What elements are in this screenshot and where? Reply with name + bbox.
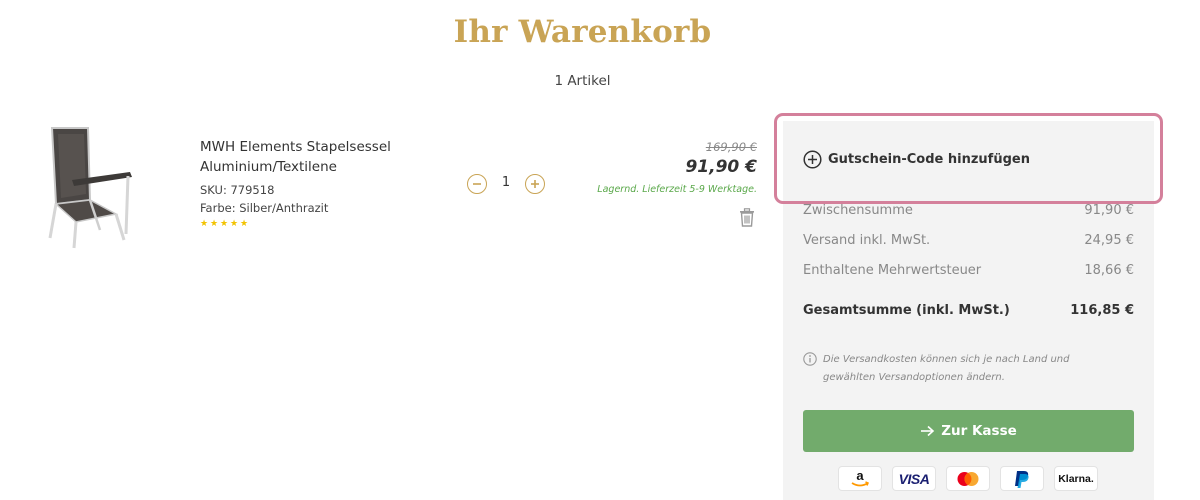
mastercard-icon xyxy=(946,466,990,491)
paypal-logo-icon xyxy=(1015,470,1029,488)
arrow-right-icon xyxy=(921,425,935,437)
subtotal-value: 91,90 € xyxy=(1084,203,1134,218)
visa-label: VISA xyxy=(898,470,930,487)
tax-row: Enthaltene Mehrwertsteuer 18,66 € xyxy=(803,263,1134,278)
total-row: Gesamtsumme (inkl. MwSt.) 116,85 € xyxy=(803,303,1134,318)
visa-icon: VISA xyxy=(892,466,936,491)
tax-label: Enthaltene Mehrwertsteuer xyxy=(803,263,982,278)
klarna-label: Klarna. xyxy=(1058,472,1094,485)
info-icon xyxy=(803,352,817,366)
product-sku: SKU: 779518 xyxy=(200,183,275,197)
minus-icon xyxy=(473,183,481,185)
add-coupon-button[interactable]: Gutschein-Code hinzufügen xyxy=(803,150,1030,169)
amazon-pay-icon: a xyxy=(838,466,882,491)
star-icon: ★ xyxy=(210,219,219,229)
checkout-label: Zur Kasse xyxy=(941,423,1017,439)
shipping-label: Versand inkl. MwSt. xyxy=(803,233,931,248)
star-icon: ★ xyxy=(220,219,229,229)
old-price: 169,90 € xyxy=(705,140,757,154)
total-label: Gesamtsumme (inkl. MwSt.) xyxy=(803,303,1010,318)
checkout-button[interactable]: Zur Kasse xyxy=(803,410,1134,452)
plus-circle-icon xyxy=(803,150,822,169)
mastercard-logo-icon xyxy=(957,471,979,486)
coupon-label: Gutschein-Code hinzufügen xyxy=(828,152,1030,167)
plus-icon xyxy=(531,180,539,188)
page-title: Ihr Warenkorb xyxy=(453,14,712,50)
stock-status: Lagernd. Lieferzeit 5-9 Werktage. xyxy=(597,184,757,195)
product-price: 91,90 € xyxy=(685,157,757,177)
star-icon: ★ xyxy=(230,219,239,229)
klarna-icon: Klarna. xyxy=(1054,466,1098,491)
quantity-decrease-button[interactable] xyxy=(467,174,487,194)
quantity-increase-button[interactable] xyxy=(525,174,545,194)
quantity-value[interactable]: 1 xyxy=(496,175,516,190)
shipping-row: Versand inkl. MwSt. 24,95 € xyxy=(803,233,1134,248)
star-icon: ★ xyxy=(240,219,249,229)
chair-image[interactable] xyxy=(38,122,138,252)
amazon-logo-icon: a xyxy=(851,469,869,486)
paypal-icon xyxy=(1000,466,1044,491)
item-count: 1 Artikel xyxy=(554,73,611,89)
trash-icon[interactable] xyxy=(738,208,756,227)
shipping-note: Die Versandkosten können sich je nach La… xyxy=(803,351,1103,387)
total-value: 116,85 € xyxy=(1070,303,1134,318)
rating-stars: ★ ★ ★ ★ ★ xyxy=(200,220,249,229)
shipping-value: 24,95 € xyxy=(1084,233,1134,248)
star-icon: ★ xyxy=(200,219,209,229)
tax-value: 18,66 € xyxy=(1084,263,1134,278)
svg-text:a: a xyxy=(856,469,864,483)
subtotal-label: Zwischensumme xyxy=(803,203,913,218)
product-name[interactable]: MWH Elements Stapelsessel Aluminium/Text… xyxy=(200,137,430,177)
shipping-note-text: Die Versandkosten können sich je nach La… xyxy=(823,354,1070,383)
payment-methods: a VISA Klarna. xyxy=(838,466,1098,491)
product-color: Farbe: Silber/Anthrazit xyxy=(200,201,329,215)
subtotal-row: Zwischensumme 91,90 € xyxy=(803,203,1134,218)
